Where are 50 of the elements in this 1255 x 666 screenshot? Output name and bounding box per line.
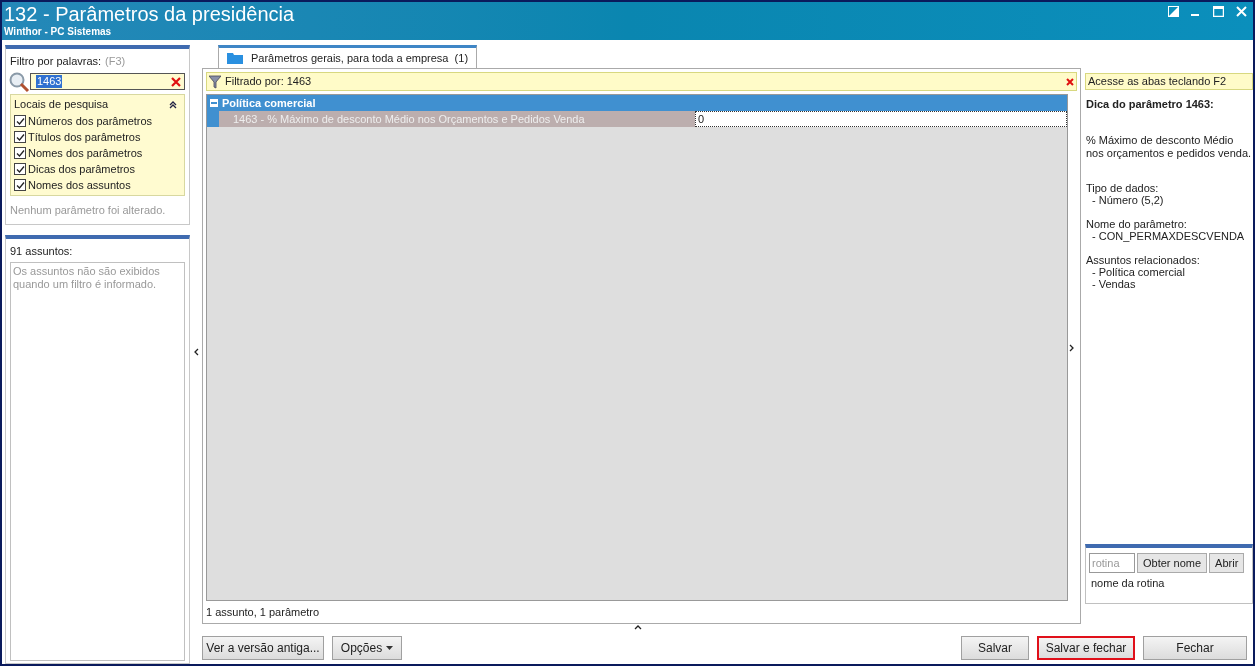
hint-description: % Máximo de desconto Médio nos orçamentos e pedidos venda. — [1086, 133, 1253, 160]
routine-caption: nome da rotina — [1090, 576, 1166, 591]
hint-item: - CON_PERMAXDESCVENDA — [1091, 229, 1246, 242]
theme-icon[interactable] — [1168, 6, 1179, 17]
footer-button[interactable]: Fechar — [1143, 636, 1247, 660]
change-status: Nenhum parâmetro foi alterado. — [10, 202, 167, 218]
grid-status: 1 assunto, 1 parâmetro — [206, 605, 321, 620]
footer-button[interactable]: Salvar — [961, 636, 1029, 660]
shortcut-hint: (F3) — [105, 54, 126, 69]
window-subtitle: Winthor - PC Sistemas — [4, 26, 113, 38]
search-icon — [8, 70, 30, 93]
hint-title: Dica do parâmetro 1463: — [1086, 97, 1215, 112]
clear-icon[interactable] — [171, 76, 181, 87]
caret-icon — [386, 646, 394, 650]
filter-text: Filtrado por: 1463 — [225, 74, 312, 90]
clear-filter-icon[interactable] — [1066, 77, 1074, 86]
filter-field[interactable]: 1463 — [30, 73, 185, 90]
subjects-message: Os assuntos não são exibidos quando um filtro é informado. — [13, 264, 161, 291]
filter-label: Filtro por palavras: — [10, 54, 102, 69]
footer-button[interactable]: Ver a versão antiga... — [202, 636, 324, 660]
routine-button[interactable]: Obter nome — [1137, 553, 1208, 573]
funnel-icon — [209, 74, 221, 89]
folder-icon — [227, 52, 243, 64]
routine-button[interactable]: Abrir — [1209, 553, 1245, 573]
collapse-icon[interactable] — [169, 100, 177, 109]
search-location-checkbox[interactable]: Nomes dos parâmetros — [14, 145, 181, 161]
maximize-icon[interactable] — [1213, 6, 1224, 17]
search-location-checkbox[interactable]: Dicas dos parâmetros — [14, 161, 181, 177]
hint-item: - Vendas — [1091, 277, 1137, 290]
hint-heading: Tipo de dados: — [1086, 181, 1160, 194]
search-location-checkbox[interactable]: Nomes dos assuntos — [14, 177, 181, 193]
hint-heading: Nome do parâmetro: — [1086, 217, 1188, 230]
value-cell[interactable]: 0 — [695, 111, 1067, 127]
footer-button[interactable]: Salvar e fechar — [1037, 636, 1135, 660]
collapse-up-icon[interactable] — [633, 624, 642, 630]
tab[interactable]: Parâmetros gerais, para toda a empresa (1) — [218, 45, 478, 68]
expand-right-icon[interactable] — [1069, 343, 1074, 352]
window-title: 132 - Parâmetros da presidência — [4, 2, 295, 26]
search-location-checkbox[interactable]: Números dos parâmetros — [14, 113, 181, 129]
hint-item: - Número (5,2) — [1092, 193, 1165, 206]
section-title: Locais de pesquisa — [14, 97, 109, 113]
close-icon[interactable] — [1236, 6, 1247, 17]
subjects-count: 91 assuntos: — [10, 244, 74, 259]
hint-item: - Política comercial — [1091, 265, 1186, 278]
options-dropdown[interactable]: Opções — [332, 636, 402, 660]
hint-banner: Acesse as abas teclando F2 — [1085, 73, 1253, 90]
search-location-checkbox[interactable]: Títulos dos parâmetros — [14, 129, 181, 145]
routine-field[interactable]: rotina — [1089, 553, 1135, 573]
collapse-left-icon[interactable] — [193, 348, 199, 356]
hint-heading: Assuntos relacionados: — [1086, 253, 1201, 266]
